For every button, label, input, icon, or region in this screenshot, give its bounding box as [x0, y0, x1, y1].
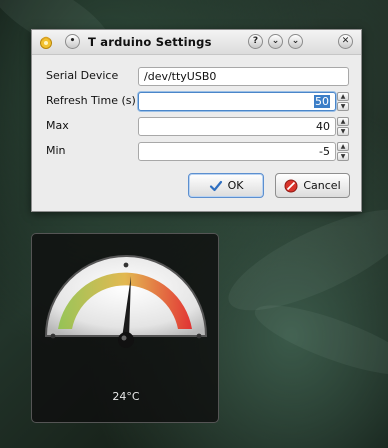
menu-button[interactable]: • [65, 34, 80, 49]
minimize-button[interactable]: ⌄ [268, 34, 283, 49]
help-button[interactable]: ? [248, 34, 263, 49]
temperature-readout: 24°C [112, 390, 140, 403]
decrement-icon[interactable]: ▼ [337, 127, 349, 136]
wallpaper-streak [248, 292, 388, 388]
serial-device-label: Serial Device [46, 69, 119, 82]
decrement-icon[interactable]: ▼ [337, 152, 349, 161]
refresh-time-value: 50 [314, 95, 330, 108]
min-input[interactable]: -5 [138, 142, 336, 161]
increment-icon[interactable]: ▲ [337, 92, 349, 101]
cancel-button[interactable]: Cancel [275, 173, 350, 198]
gauge-tick-left [50, 333, 56, 339]
refresh-time-input[interactable]: 50 [138, 92, 336, 111]
dialog-title: T arduino Settings [88, 35, 212, 49]
gauge-tick-top [123, 262, 129, 268]
shade-button[interactable]: ⌄ [288, 34, 303, 49]
close-button[interactable]: ✕ [338, 34, 353, 49]
min-stepper[interactable]: ▲ ▼ [337, 142, 349, 161]
refresh-time-label: Refresh Time (s) [46, 94, 136, 107]
cancel-icon [284, 179, 298, 192]
max-label: Max [46, 119, 69, 132]
serial-device-input[interactable]: /dev/ttyUSB0 [138, 67, 349, 86]
gauge-tick-right [196, 333, 202, 339]
gauge [44, 255, 208, 348]
max-input[interactable]: 40 [138, 117, 336, 136]
increment-icon[interactable]: ▲ [337, 117, 349, 126]
ok-label: OK [227, 179, 244, 192]
arduino-icon[interactable] [38, 34, 54, 50]
min-label: Min [46, 144, 66, 157]
increment-icon[interactable]: ▲ [337, 142, 349, 151]
title-bar[interactable]: • T arduino Settings ? ⌄ ⌄ ✕ [32, 30, 361, 55]
checkmark-icon [209, 180, 222, 191]
settings-dialog: • T arduino Settings ? ⌄ ⌄ ✕ Serial Devi… [31, 29, 362, 212]
ok-button[interactable]: OK [188, 173, 264, 198]
decrement-icon[interactable]: ▼ [337, 102, 349, 111]
cancel-label: Cancel [303, 179, 341, 192]
max-stepper[interactable]: ▲ ▼ [337, 117, 349, 136]
gauge-hub [118, 332, 134, 348]
temperature-widget[interactable]: 24°C [31, 233, 219, 423]
refresh-time-stepper[interactable]: ▲ ▼ [337, 92, 349, 111]
